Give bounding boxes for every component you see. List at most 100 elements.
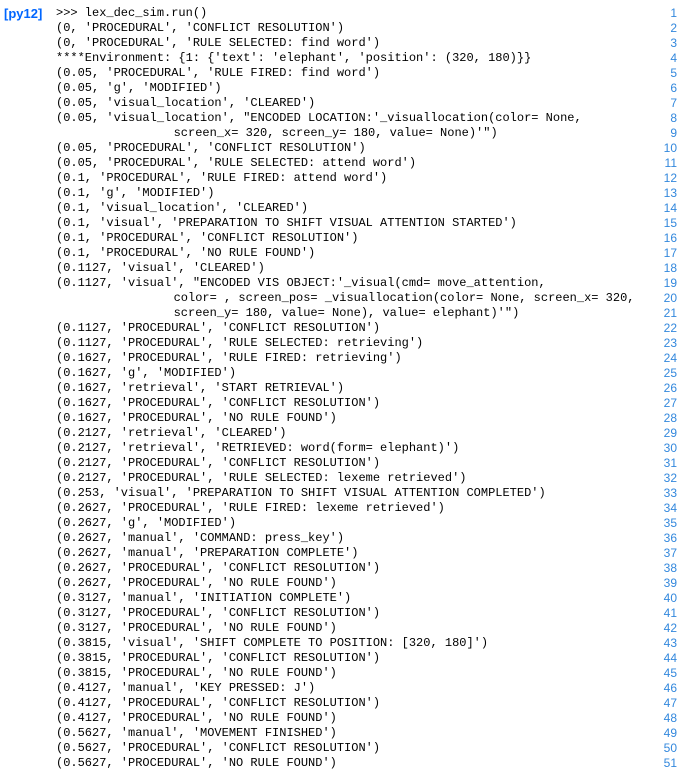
- line-number: 34: [647, 501, 677, 516]
- code-line: (0.4127, 'manual', 'KEY PRESSED: J'): [56, 681, 647, 696]
- line-number: 30: [647, 441, 677, 456]
- code-line: ****Environment: {1: {'text': 'elephant'…: [56, 51, 647, 66]
- code-line: (0.5627, 'manual', 'MOVEMENT FINISHED'): [56, 726, 647, 741]
- code-line: (0.05, 'PROCEDURAL', 'RULE SELECTED: att…: [56, 156, 647, 171]
- line-number: 37: [647, 546, 677, 561]
- line-number: 24: [647, 351, 677, 366]
- line-number: 39: [647, 576, 677, 591]
- code-line: (0.1627, 'retrieval', 'START RETRIEVAL'): [56, 381, 647, 396]
- code-line: (0.4127, 'PROCEDURAL', 'NO RULE FOUND'): [56, 711, 647, 726]
- line-number: 33: [647, 486, 677, 501]
- line-number: 20: [647, 291, 677, 306]
- line-number: 18: [647, 261, 677, 276]
- code-line: (0.2627, 'PROCEDURAL', 'RULE FIRED: lexe…: [56, 501, 647, 516]
- code-line: (0.1627, 'PROCEDURAL', 'RULE FIRED: retr…: [56, 351, 647, 366]
- line-number: 6: [647, 81, 677, 96]
- line-number: 7: [647, 96, 677, 111]
- code-line: (0.05, 'PROCEDURAL', 'RULE FIRED: find w…: [56, 66, 647, 81]
- line-number: 42: [647, 621, 677, 636]
- line-number: 49: [647, 726, 677, 741]
- code-line: (0.2627, 'PROCEDURAL', 'CONFLICT RESOLUT…: [56, 561, 647, 576]
- line-number: 23: [647, 336, 677, 351]
- line-number: 29: [647, 426, 677, 441]
- code-line: (0.1, 'PROCEDURAL', 'CONFLICT RESOLUTION…: [56, 231, 647, 246]
- line-number: 45: [647, 666, 677, 681]
- line-number: 46: [647, 681, 677, 696]
- code-line: (0.1627, 'g', 'MODIFIED'): [56, 366, 647, 381]
- line-number: 32: [647, 471, 677, 486]
- code-line: (0.2627, 'g', 'MODIFIED'): [56, 516, 647, 531]
- line-number: 43: [647, 636, 677, 651]
- line-number: 19: [647, 276, 677, 291]
- code-line: (0.3127, 'PROCEDURAL', 'NO RULE FOUND'): [56, 621, 647, 636]
- line-number: 38: [647, 561, 677, 576]
- code-line: (0.3815, 'PROCEDURAL', 'CONFLICT RESOLUT…: [56, 651, 647, 666]
- line-number: 41: [647, 606, 677, 621]
- code-line: (0, 'PROCEDURAL', 'CONFLICT RESOLUTION'): [56, 21, 647, 36]
- line-number: 21: [647, 306, 677, 321]
- line-number: 47: [647, 696, 677, 711]
- line-number: 36: [647, 531, 677, 546]
- code-line: (0.1, 'g', 'MODIFIED'): [56, 186, 647, 201]
- code-line: color= , screen_pos= _visuallocation(col…: [56, 291, 647, 306]
- label-column: [py12]: [0, 0, 56, 771]
- code-line: (0.3815, 'visual', 'SHIFT COMPLETE TO PO…: [56, 636, 647, 651]
- code-line: (0.05, 'PROCEDURAL', 'CONFLICT RESOLUTIO…: [56, 141, 647, 156]
- line-number: 14: [647, 201, 677, 216]
- code-line: (0.2627, 'manual', 'PREPARATION COMPLETE…: [56, 546, 647, 561]
- code-line: (0.05, 'visual_location', "ENCODED LOCAT…: [56, 111, 647, 126]
- code-line: (0.05, 'visual_location', 'CLEARED'): [56, 96, 647, 111]
- code-line: (0.3815, 'PROCEDURAL', 'NO RULE FOUND'): [56, 666, 647, 681]
- line-number: 31: [647, 456, 677, 471]
- line-number: 5: [647, 66, 677, 81]
- code-line: (0.5627, 'PROCEDURAL', 'CONFLICT RESOLUT…: [56, 741, 647, 756]
- code-line: (0.2627, 'PROCEDURAL', 'NO RULE FOUND'): [56, 576, 647, 591]
- code-line: (0.3127, 'manual', 'INITIATION COMPLETE'…: [56, 591, 647, 606]
- code-line: (0.3127, 'PROCEDURAL', 'CONFLICT RESOLUT…: [56, 606, 647, 621]
- code-line: screen_y= 180, value= None), value= elep…: [56, 306, 647, 321]
- line-number: 22: [647, 321, 677, 336]
- code-line: (0.2627, 'manual', 'COMMAND: press_key'): [56, 531, 647, 546]
- code-line: (0, 'PROCEDURAL', 'RULE SELECTED: find w…: [56, 36, 647, 51]
- code-line: (0.2127, 'PROCEDURAL', 'CONFLICT RESOLUT…: [56, 456, 647, 471]
- line-number: 27: [647, 396, 677, 411]
- line-number: 12: [647, 171, 677, 186]
- code-line: (0.1127, 'PROCEDURAL', 'RULE SELECTED: r…: [56, 336, 647, 351]
- line-number: 8: [647, 111, 677, 126]
- line-number: 26: [647, 381, 677, 396]
- line-number: 25: [647, 366, 677, 381]
- code-line: (0.1627, 'PROCEDURAL', 'NO RULE FOUND'): [56, 411, 647, 426]
- code-line: (0.1627, 'PROCEDURAL', 'CONFLICT RESOLUT…: [56, 396, 647, 411]
- line-number-column: 1234567891011121314151617181920212223242…: [647, 0, 685, 771]
- line-number: 4: [647, 51, 677, 66]
- cell-label: [py12]: [4, 6, 42, 21]
- code-line: (0.1127, 'PROCEDURAL', 'CONFLICT RESOLUT…: [56, 321, 647, 336]
- code-line: (0.2127, 'PROCEDURAL', 'RULE SELECTED: l…: [56, 471, 647, 486]
- line-number: 10: [647, 141, 677, 156]
- line-number: 35: [647, 516, 677, 531]
- line-number: 16: [647, 231, 677, 246]
- line-number: 50: [647, 741, 677, 756]
- line-number: 28: [647, 411, 677, 426]
- code-line: screen_x= 320, screen_y= 180, value= Non…: [56, 126, 647, 141]
- line-number: 15: [647, 216, 677, 231]
- code-line: (0.1, 'visual_location', 'CLEARED'): [56, 201, 647, 216]
- code-line: (0.2127, 'retrieval', 'RETRIEVED: word(f…: [56, 441, 647, 456]
- code-line: >>> lex_dec_sim.run(): [56, 6, 647, 21]
- code-line: (0.2127, 'retrieval', 'CLEARED'): [56, 426, 647, 441]
- code-line: (0.05, 'g', 'MODIFIED'): [56, 81, 647, 96]
- code-line: (0.1127, 'visual', "ENCODED VIS OBJECT:'…: [56, 276, 647, 291]
- line-number: 3: [647, 36, 677, 51]
- line-number: 11: [647, 156, 677, 171]
- line-number: 40: [647, 591, 677, 606]
- line-number: 1: [647, 6, 677, 21]
- code-line: (0.1, 'PROCEDURAL', 'RULE FIRED: attend …: [56, 171, 647, 186]
- line-number: 9: [647, 126, 677, 141]
- code-block: [py12] >>> lex_dec_sim.run()(0, 'PROCEDU…: [0, 0, 685, 771]
- line-number: 2: [647, 21, 677, 36]
- code-column: >>> lex_dec_sim.run()(0, 'PROCEDURAL', '…: [56, 0, 647, 771]
- line-number: 17: [647, 246, 677, 261]
- line-number: 48: [647, 711, 677, 726]
- code-line: (0.1, 'visual', 'PREPARATION TO SHIFT VI…: [56, 216, 647, 231]
- line-number: 13: [647, 186, 677, 201]
